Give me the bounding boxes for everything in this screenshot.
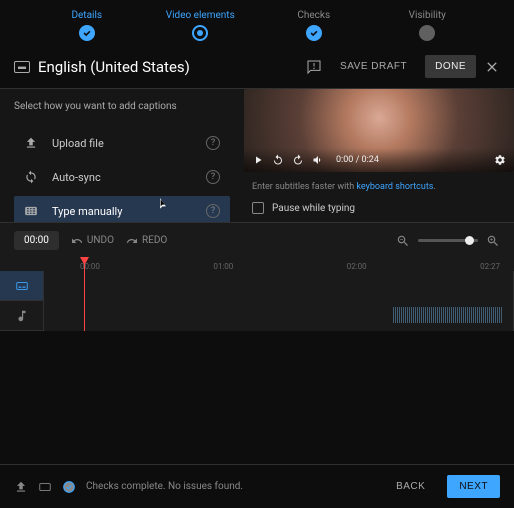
zoom-slider[interactable] [418, 239, 478, 242]
options-prompt: Select how you want to add captions [14, 101, 230, 112]
gear-icon[interactable] [494, 154, 506, 166]
keyboard-hint: Enter subtitles faster with keyboard sho… [244, 172, 514, 194]
step-label: Checks [297, 10, 330, 21]
step-label: Details [71, 10, 102, 21]
pause-while-typing-row[interactable]: Pause while typing [244, 194, 514, 222]
upload-icon [14, 480, 28, 494]
forward-icon[interactable] [292, 154, 304, 166]
volume-icon[interactable] [312, 154, 324, 166]
step-visibility[interactable]: Visibility [371, 10, 485, 41]
feedback-icon[interactable] [306, 59, 322, 75]
zoom-in-icon[interactable] [486, 234, 500, 248]
pending-step-icon [419, 25, 435, 41]
subtitle-icon: ▬ [14, 61, 30, 73]
option-label: Auto-sync [52, 171, 192, 184]
option-auto-sync[interactable]: Auto-sync ? [14, 162, 230, 192]
titlebar: ▬ English (United States) SAVE DRAFT DON… [0, 45, 514, 89]
help-icon[interactable]: ? [206, 136, 220, 150]
waveform [393, 307, 503, 323]
track-area[interactable] [44, 271, 514, 331]
option-label: Type manually [52, 205, 192, 218]
footer: Checks complete. No issues found. BACK N… [0, 464, 514, 508]
help-icon[interactable]: ? [206, 204, 220, 218]
checks-status: Checks complete. No issues found. [86, 481, 243, 492]
preview-panel: 0:00 / 0:24 Enter subtitles faster with … [244, 89, 514, 222]
step-video-elements[interactable]: Video elements [144, 10, 258, 41]
check-icon [79, 25, 95, 41]
video-preview[interactable]: 0:00 / 0:24 [244, 89, 514, 172]
step-details[interactable]: Details [30, 10, 144, 41]
save-draft-button[interactable]: SAVE DRAFT [330, 55, 417, 78]
timeline[interactable]: 00:0001:0002:0002:27 [0, 258, 514, 331]
redo-button[interactable]: REDO [126, 235, 167, 247]
check-circle-icon [62, 480, 76, 494]
video-controls: 0:00 / 0:24 [244, 148, 514, 172]
step-label: Video elements [166, 10, 235, 21]
caption-track-button[interactable] [0, 271, 43, 301]
close-icon[interactable] [484, 59, 500, 75]
keyboard-shortcuts-link[interactable]: keyboard shortcuts [356, 182, 433, 192]
video-time: 0:00 / 0:24 [336, 155, 379, 165]
options-panel: Select how you want to add captions Uplo… [0, 89, 244, 222]
zoom-out-icon[interactable] [396, 234, 410, 248]
current-step-icon [192, 25, 208, 41]
pause-label: Pause while typing [272, 203, 355, 214]
hd-icon [38, 480, 52, 494]
help-icon[interactable]: ? [206, 170, 220, 184]
step-checks[interactable]: Checks [257, 10, 371, 41]
page-title: English (United States) [38, 58, 298, 76]
cursor-icon [156, 195, 170, 213]
sync-icon [24, 170, 38, 184]
done-button[interactable]: DONE [425, 55, 476, 78]
stepper: Details Video elements Checks Visibility [0, 0, 514, 45]
timeline-ruler: 00:0001:0002:0002:27 [0, 262, 514, 271]
pause-checkbox[interactable] [252, 202, 264, 214]
keyboard-icon [24, 204, 38, 218]
upload-icon [24, 136, 38, 150]
playhead[interactable] [84, 259, 85, 331]
timecode-input[interactable]: 00:00 [14, 231, 59, 250]
option-type-manually[interactable]: Type manually ? [14, 196, 230, 222]
timeline-toolbar: 00:00 UNDO REDO [0, 222, 514, 258]
undo-button[interactable]: UNDO [71, 235, 114, 247]
option-upload-file[interactable]: Upload file ? [14, 128, 230, 158]
rewind-icon[interactable] [272, 154, 284, 166]
back-button[interactable]: BACK [384, 475, 437, 498]
check-icon [306, 25, 322, 41]
step-label: Visibility [409, 10, 446, 21]
play-icon[interactable] [252, 154, 264, 166]
audio-track-button[interactable] [0, 301, 43, 331]
next-button[interactable]: NEXT [447, 475, 500, 498]
option-label: Upload file [52, 137, 192, 150]
